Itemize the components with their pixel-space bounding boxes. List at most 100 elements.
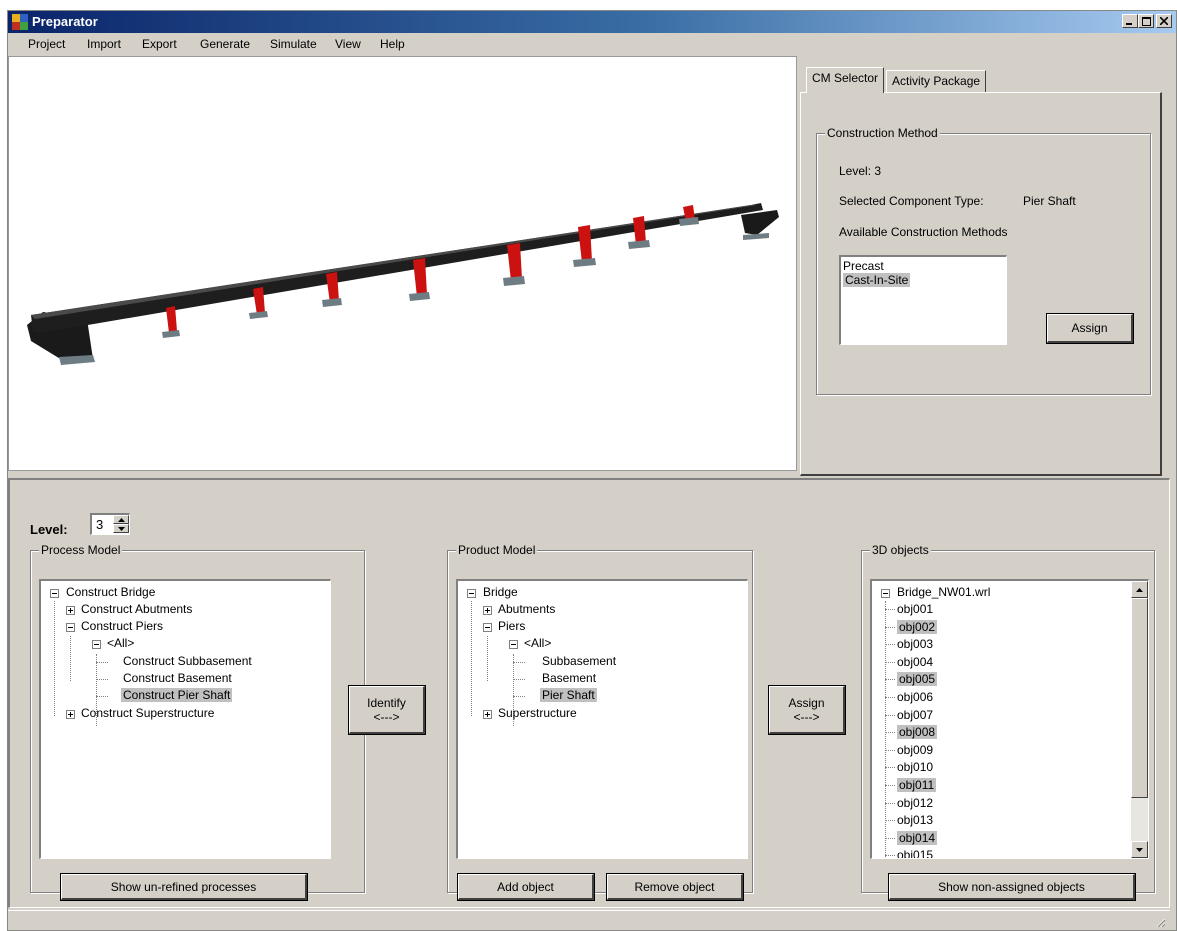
expander-expand-icon[interactable]	[66, 710, 75, 719]
tab-cm-selector[interactable]: CM Selector	[806, 67, 885, 93]
tree-node-piers[interactable]: Piers	[498, 618, 525, 635]
tree-node-construct-pier-shaft[interactable]: Construct Pier Shaft	[121, 687, 233, 704]
scroll-thumb[interactable]	[1131, 598, 1148, 798]
tree-node-obj003[interactable]: obj003	[897, 636, 933, 653]
objects-scrollbar[interactable]	[1131, 581, 1148, 858]
expander-collapse-icon[interactable]	[509, 640, 518, 649]
tree-node-construct-superstructure[interactable]: Construct Superstructure	[81, 705, 214, 722]
expander-collapse-icon[interactable]	[50, 589, 59, 598]
object-label: obj013	[897, 813, 934, 828]
scroll-down-button[interactable]	[1131, 841, 1148, 858]
tree-node-abutments[interactable]: Abutments	[498, 601, 555, 618]
method-precast[interactable]: Precast	[841, 259, 1006, 273]
menu-generate[interactable]: Generate	[200, 37, 250, 51]
object-label: obj007	[897, 707, 934, 722]
tree-node-obj009[interactable]: obj009	[897, 742, 933, 759]
pier-3-footing	[322, 298, 342, 307]
tree-node-obj010[interactable]: obj010	[897, 759, 933, 776]
tree-node-construct-subbasement[interactable]: Construct Subbasement	[123, 653, 252, 670]
down-arrow-icon	[1136, 847, 1143, 852]
tree-node-all[interactable]: <All>	[524, 635, 551, 652]
assign-object-button[interactable]: Assign <--->	[769, 686, 845, 734]
expander-expand-icon[interactable]	[66, 606, 75, 615]
pier-1-footing	[162, 330, 180, 338]
close-button[interactable]	[1156, 14, 1172, 28]
identify-button[interactable]: Identify <--->	[349, 686, 425, 734]
tree-node-obj005[interactable]: obj005	[897, 671, 938, 688]
resize-grip-icon[interactable]	[1154, 916, 1166, 928]
expander-collapse-icon[interactable]	[483, 623, 492, 632]
tree-node-obj014[interactable]: obj014	[897, 830, 938, 847]
menu-export[interactable]: Export	[142, 37, 177, 51]
main-window: Preparator Project Import Export Generat…	[7, 10, 1177, 931]
expander-collapse-icon[interactable]	[92, 640, 101, 649]
level-spinner[interactable]: 3	[90, 513, 130, 535]
minimize-button[interactable]	[1122, 14, 1138, 28]
tree-node-basement[interactable]: Basement	[542, 670, 596, 687]
pier-6	[578, 225, 592, 263]
tree-node-bridge[interactable]: Bridge	[483, 584, 518, 601]
tree-node-obj004[interactable]: obj004	[897, 654, 933, 671]
tree-node-obj007[interactable]: obj007	[897, 707, 933, 724]
assign-method-button[interactable]: Assign	[1047, 314, 1133, 343]
tree-node-pier-shaft[interactable]: Pier Shaft	[540, 687, 597, 704]
pier-5	[507, 243, 522, 281]
up-arrow-icon	[1136, 587, 1143, 592]
add-object-button[interactable]: Add object	[458, 874, 594, 900]
component-type-label: Selected Component Type:	[839, 194, 984, 208]
menu-view[interactable]: View	[335, 37, 361, 51]
tree-node-all[interactable]: <All>	[107, 635, 134, 652]
object-label: obj003	[897, 637, 934, 652]
assign-arrow-label: <--->	[793, 709, 820, 724]
remove-object-button[interactable]: Remove object	[607, 874, 743, 900]
scroll-up-button[interactable]	[1131, 581, 1148, 598]
method-precast-label: Precast	[843, 259, 884, 273]
expander-expand-icon[interactable]	[483, 710, 492, 719]
methods-listbox[interactable]: Precast Cast-In-Site	[839, 255, 1007, 345]
tree-node-obj013[interactable]: obj013	[897, 812, 933, 829]
tree-node-obj002[interactable]: obj002	[897, 619, 938, 636]
expander-collapse-icon[interactable]	[881, 589, 890, 598]
method-cast-in-site[interactable]: Cast-In-Site	[841, 273, 1006, 287]
cm-selector-panel: Construction Method Level: 3 Selected Co…	[800, 92, 1162, 476]
pier-4	[413, 258, 427, 297]
show-non-assigned-objects-button[interactable]: Show non-assigned objects	[889, 874, 1135, 900]
tree-node-superstructure[interactable]: Superstructure	[498, 705, 577, 722]
right-abutment	[741, 210, 779, 235]
tree-node-construct-bridge[interactable]: Construct Bridge	[66, 584, 155, 601]
tree-node-obj011[interactable]: obj011	[897, 777, 937, 794]
construction-method-group: Construction Method Level: 3 Selected Co…	[816, 126, 1151, 395]
3d-objects-group: 3D objects Bridge_NW01.wrl obj001 obj002 o…	[861, 543, 1155, 900]
spin-down-button[interactable]	[113, 524, 129, 533]
expander-collapse-icon[interactable]	[467, 589, 476, 598]
objects-tree[interactable]: Bridge_NW01.wrl obj001 obj002 obj003 obj004…	[870, 579, 1149, 859]
maximize-button[interactable]	[1138, 14, 1154, 28]
tree-node-obj008[interactable]: obj008	[897, 724, 938, 741]
tree-node-obj012[interactable]: obj012	[897, 795, 933, 812]
tree-node-bridge-wrl[interactable]: Bridge_NW01.wrl	[897, 584, 990, 601]
tree-node-obj006[interactable]: obj006	[897, 689, 933, 706]
tree-node-construct-basement[interactable]: Construct Basement	[123, 670, 232, 687]
3d-viewport[interactable]	[8, 56, 797, 471]
right-abutment-footing	[743, 233, 769, 240]
menu-project[interactable]: Project	[28, 37, 65, 51]
process-tree[interactable]: Construct Bridge Construct Abutments Con…	[39, 579, 331, 859]
tab-activity-package[interactable]: Activity Package	[886, 70, 987, 92]
tree-node-subbasement[interactable]: Subbasement	[542, 653, 616, 670]
expander-collapse-icon[interactable]	[66, 623, 75, 632]
object-label: obj015	[897, 848, 934, 859]
tree-node-construct-abutments[interactable]: Construct Abutments	[81, 601, 192, 618]
bridge-deck-top-edge	[31, 205, 757, 319]
spin-up-button[interactable]	[113, 515, 129, 524]
tree-node-obj015[interactable]: obj015	[897, 847, 934, 859]
menu-simulate[interactable]: Simulate	[270, 37, 317, 51]
pier-5-footing	[503, 276, 525, 286]
menu-import[interactable]: Import	[87, 37, 121, 51]
menu-help[interactable]: Help	[380, 37, 405, 51]
show-unrefined-processes-button[interactable]: Show un-refined processes	[61, 874, 307, 900]
title-bar[interactable]: Preparator	[8, 11, 1176, 33]
tree-node-construct-piers[interactable]: Construct Piers	[81, 618, 163, 635]
expander-expand-icon[interactable]	[483, 606, 492, 615]
product-tree[interactable]: Bridge Abutments Piers <All> Subbasement…	[456, 579, 748, 859]
tree-node-obj001[interactable]: obj001	[897, 601, 933, 618]
